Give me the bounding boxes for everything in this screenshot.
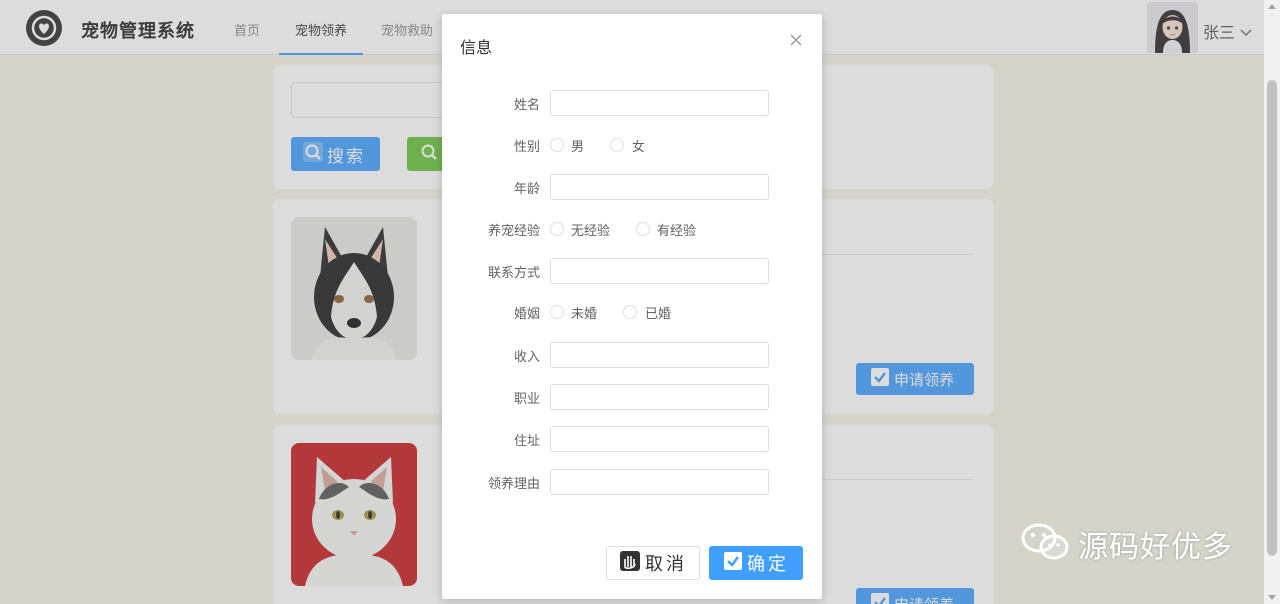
marriage-option-single[interactable]: 未婚 (571, 303, 597, 322)
name-input[interactable] (550, 90, 769, 116)
reason-input[interactable] (550, 469, 769, 495)
address-input[interactable] (550, 426, 769, 452)
experience-option-none[interactable]: 无经验 (571, 220, 610, 239)
occupation-label: 职业 (513, 392, 540, 407)
info-dialog: 信息 姓名 性别 男 女 年龄 养宠经验 无经验 有经验 联系方式 婚姻 未婚 (442, 14, 822, 599)
cancel-button-label: 取消 (645, 554, 687, 575)
marriage-radio-single[interactable] (550, 305, 564, 319)
marriage-radio-married[interactable] (623, 305, 637, 319)
income-label: 收入 (513, 350, 540, 365)
age-input[interactable] (550, 174, 769, 200)
scroll-up-arrow-icon[interactable] (1268, 4, 1276, 9)
gender-option-male[interactable]: 男 (571, 136, 584, 155)
address-label: 住址 (513, 434, 540, 449)
name-label: 姓名 (513, 98, 540, 113)
checkbox-icon (723, 551, 743, 576)
experience-label: 养宠经验 (487, 224, 540, 239)
cancel-button[interactable]: 取消 (606, 546, 700, 580)
form-row-reason: 领养理由 (442, 469, 822, 495)
scroll-down-arrow-icon[interactable] (1268, 595, 1276, 600)
watermark-text: 源码好优多 (1078, 530, 1233, 565)
page-scrollbar[interactable] (1264, 0, 1280, 604)
gender-radio-female[interactable] (610, 138, 624, 152)
confirm-button[interactable]: 确定 (709, 546, 803, 580)
age-label: 年龄 (513, 182, 540, 197)
marriage-label: 婚姻 (513, 307, 540, 322)
marriage-option-married[interactable]: 已婚 (645, 303, 671, 322)
form-row-experience: 养宠经验 无经验 有经验 (442, 216, 822, 242)
form-row-address: 住址 (442, 426, 822, 452)
gender-radio-male[interactable] (550, 138, 564, 152)
scrollbar-thumb[interactable] (1267, 80, 1277, 556)
close-icon[interactable] (789, 32, 803, 46)
occupation-input[interactable] (550, 384, 769, 410)
experience-radio-has[interactable] (636, 222, 650, 236)
contact-label: 联系方式 (487, 266, 540, 281)
contact-input[interactable] (550, 258, 769, 284)
reason-label: 领养理由 (487, 477, 540, 492)
income-input[interactable] (550, 342, 769, 368)
form-row-occupation: 职业 (442, 384, 822, 410)
form-row-name: 姓名 (442, 90, 822, 116)
form-row-contact: 联系方式 (442, 258, 822, 284)
confirm-button-label: 确定 (747, 554, 789, 575)
form-row-marriage: 婚姻 未婚 已婚 (442, 299, 822, 325)
gender-label: 性别 (513, 140, 540, 155)
watermark: 源码好优多 (1020, 522, 1233, 566)
experience-radio-none[interactable] (550, 222, 564, 236)
experience-option-has[interactable]: 有经验 (657, 220, 696, 239)
gender-option-female[interactable]: 女 (632, 136, 645, 155)
wechat-icon (1020, 522, 1070, 566)
hand-icon (619, 550, 641, 577)
form-row-gender: 性别 男 女 (442, 132, 822, 158)
form-row-age: 年龄 (442, 174, 822, 200)
form-row-income: 收入 (442, 342, 822, 368)
dialog-title: 信息 (460, 38, 493, 57)
